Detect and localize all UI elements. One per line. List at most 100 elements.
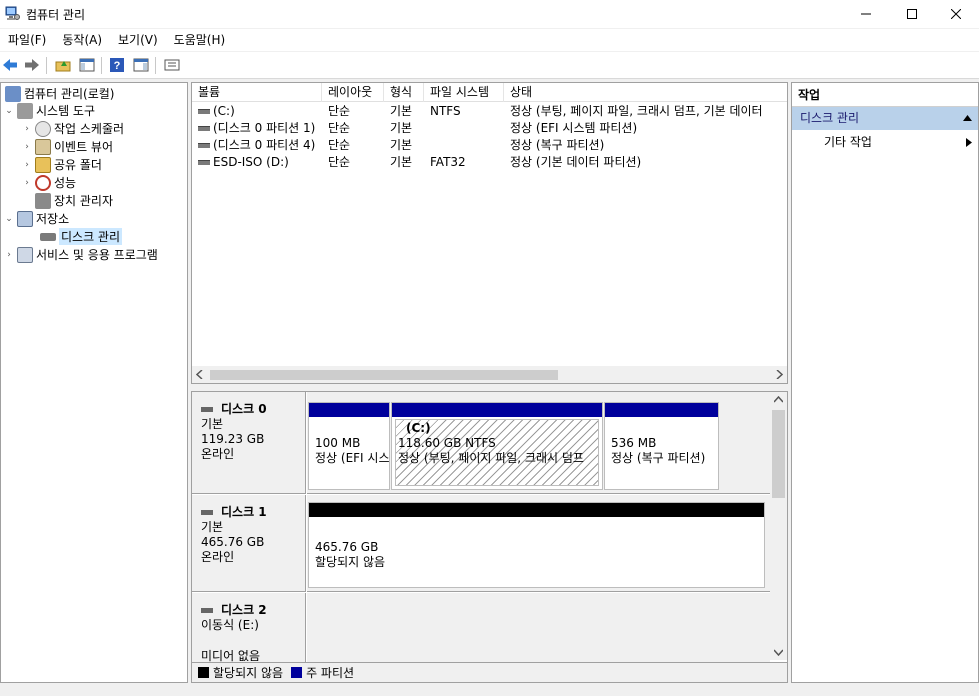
tree-item-shared-folders[interactable]: › 공유 폴더 xyxy=(21,156,102,173)
tree-item-task-scheduler[interactable]: › 작업 스케줄러 xyxy=(21,120,124,137)
scroll-up-icon[interactable] xyxy=(774,396,783,404)
performance-icon xyxy=(35,174,51,191)
menu-file[interactable]: 파일(F) xyxy=(2,29,52,51)
tree-item-services-apps[interactable]: › 서비스 및 응용 프로그램 xyxy=(3,246,158,263)
properties-button[interactable] xyxy=(163,56,181,74)
unallocated-swatch xyxy=(198,667,209,678)
column-header-status[interactable]: 상태 xyxy=(504,83,787,102)
disk-name: 디스크 2 xyxy=(221,603,267,617)
scroll-down-icon[interactable] xyxy=(774,648,783,656)
menu-view[interactable]: 보기(V) xyxy=(112,29,164,51)
tree-label: 공유 폴더 xyxy=(54,158,102,172)
legend: 할당되지 않음 주 파티션 xyxy=(192,662,787,682)
actions-more-item[interactable]: 기타 작업 xyxy=(792,130,978,154)
storage-icon xyxy=(17,210,33,227)
menu-help[interactable]: 도움말(H) xyxy=(168,29,232,51)
cell-volume: (디스크 0 파티션 4) xyxy=(213,138,316,152)
vertical-scrollbar[interactable] xyxy=(770,392,787,660)
partition-efi[interactable]: 100 MB 정상 (EFI 시스 xyxy=(308,402,390,490)
actions-header: 작업 xyxy=(792,83,978,107)
volume-icon xyxy=(198,143,210,148)
up-folder-button[interactable] xyxy=(54,56,72,74)
disk-1-label[interactable]: 디스크 1 기본 465.76 GB 온라인 xyxy=(192,495,306,592)
back-arrow-icon xyxy=(3,59,17,71)
disk-icon xyxy=(201,510,213,515)
cell-layout: 단순 xyxy=(328,155,351,169)
table-row[interactable]: (디스크 0 파티션 1) 단순 기본 정상 (EFI 시스템 파티션) xyxy=(192,120,787,137)
volume-icon xyxy=(198,160,210,165)
scroll-left-icon[interactable] xyxy=(196,370,204,379)
chevron-down-icon[interactable]: ⌄ xyxy=(3,106,15,116)
column-header-volume[interactable]: 볼륨 xyxy=(192,83,322,102)
actions-pane: 작업 디스크 관리 기타 작업 xyxy=(791,82,979,683)
chevron-right-icon[interactable]: › xyxy=(21,178,33,188)
table-row[interactable]: (C:) 단순 기본 NTFS 정상 (부팅, 페이지 파일, 크래시 덤프, … xyxy=(192,103,787,120)
tree-label: 작업 스케줄러 xyxy=(54,122,125,136)
tree-label: 성능 xyxy=(54,176,77,190)
disk-0-label[interactable]: 디스크 0 기본 119.23 GB 온라인 xyxy=(192,392,306,494)
table-row[interactable]: ESD-ISO (D:) 단순 기본 FAT32 정상 (기본 데이터 파티션) xyxy=(192,154,787,171)
back-button[interactable] xyxy=(1,56,19,74)
chevron-right-icon[interactable]: › xyxy=(21,124,33,134)
cell-volume: (디스크 0 파티션 1) xyxy=(213,121,316,135)
computer-management-window: 컴퓨터 관리 파일(F) 동작(A) 보기(V) 도움말(H) ? 컴퓨터 관리… xyxy=(0,0,979,696)
tree-item-storage[interactable]: ⌄ 저장소 xyxy=(3,210,69,227)
chevron-right-icon[interactable]: › xyxy=(21,142,33,152)
partition-bar xyxy=(309,403,389,417)
disk-map: 디스크 0 기본 119.23 GB 온라인 100 MB 정상 (EFI 시스… xyxy=(191,391,788,683)
list-header: 볼륨 레이아웃 형식 파일 시스템 상태 xyxy=(192,83,787,102)
maximize-button[interactable] xyxy=(889,0,935,28)
disk-size: 119.23 GB xyxy=(201,432,265,446)
partition-unallocated[interactable]: 465.76 GB 할당되지 않음 xyxy=(308,502,765,588)
disk-2-label[interactable]: 디스크 2 이동식 (E:) 미디어 없음 xyxy=(192,593,306,663)
tree-item-root[interactable]: 컴퓨터 관리(로컬) xyxy=(3,85,114,102)
show-hide-action-pane-button[interactable] xyxy=(132,56,150,74)
disk-name: 디스크 0 xyxy=(221,402,267,416)
tree-item-system-tools[interactable]: ⌄ 시스템 도구 xyxy=(3,102,95,119)
window-title: 컴퓨터 관리 xyxy=(26,8,86,22)
menu-bar: 파일(F) 동작(A) 보기(V) 도움말(H) xyxy=(0,29,979,51)
volume-list: 볼륨 레이아웃 형식 파일 시스템 상태 (C:) 단순 기본 NTFS 정상 … xyxy=(191,82,788,384)
minimize-button[interactable] xyxy=(843,0,889,28)
show-hide-console-tree-button[interactable] xyxy=(78,56,96,74)
forward-button[interactable] xyxy=(23,56,41,74)
tree-item-disk-management[interactable]: 디스크 관리 xyxy=(38,228,123,245)
chevron-right-icon[interactable]: › xyxy=(21,160,33,170)
disk-status: 온라인 xyxy=(201,550,235,564)
legend-primary: 주 파티션 xyxy=(306,666,355,680)
minimize-icon xyxy=(861,13,871,15)
status-bar xyxy=(0,684,979,696)
computer-management-icon xyxy=(5,6,20,20)
table-row[interactable]: (디스크 0 파티션 4) 단순 기본 정상 (복구 파티션) xyxy=(192,137,787,154)
cell-status: 정상 (부팅, 페이지 파일, 크래시 덤프, 기본 데이터 xyxy=(510,104,763,118)
horizontal-scrollbar[interactable] xyxy=(192,366,787,383)
scroll-right-icon[interactable] xyxy=(775,370,783,379)
volume-icon xyxy=(198,109,210,114)
tree-item-device-manager[interactable]: 장치 관리자 xyxy=(33,192,113,209)
column-header-filesystem[interactable]: 파일 시스템 xyxy=(424,83,504,102)
partition-c[interactable]: (C:) 118.60 GB NTFS 정상 (부팅, 페이지 파일, 크래시 … xyxy=(391,402,603,490)
menu-action[interactable]: 동작(A) xyxy=(56,29,108,51)
chevron-right-icon[interactable]: › xyxy=(3,250,15,260)
actions-section-disk-management[interactable]: 디스크 관리 xyxy=(792,107,978,130)
help-button[interactable]: ? xyxy=(108,56,126,74)
column-header-layout[interactable]: 레이아웃 xyxy=(322,83,384,102)
disk-icon xyxy=(201,608,213,613)
scrollbar-thumb[interactable] xyxy=(210,370,558,380)
partition-bar xyxy=(392,403,602,417)
toolbar-separator xyxy=(101,57,102,74)
forward-arrow-icon xyxy=(25,59,39,71)
tree-item-event-viewer[interactable]: › 이벤트 뷰어 xyxy=(21,138,113,155)
column-header-type[interactable]: 형식 xyxy=(384,83,424,102)
tree-item-performance[interactable]: › 성능 xyxy=(21,174,76,191)
scrollbar-thumb[interactable] xyxy=(772,410,785,498)
close-button[interactable] xyxy=(933,0,979,28)
chevron-down-icon[interactable]: ⌄ xyxy=(3,214,15,224)
partition-recovery[interactable]: 536 MB 정상 (복구 파티션) xyxy=(604,402,719,490)
cell-type: 기본 xyxy=(390,155,413,169)
collapse-up-icon[interactable] xyxy=(963,115,972,121)
cell-type: 기본 xyxy=(390,121,413,135)
cell-type: 기본 xyxy=(390,104,413,118)
partition-bar xyxy=(309,503,764,517)
toolbar: ? xyxy=(0,52,979,79)
